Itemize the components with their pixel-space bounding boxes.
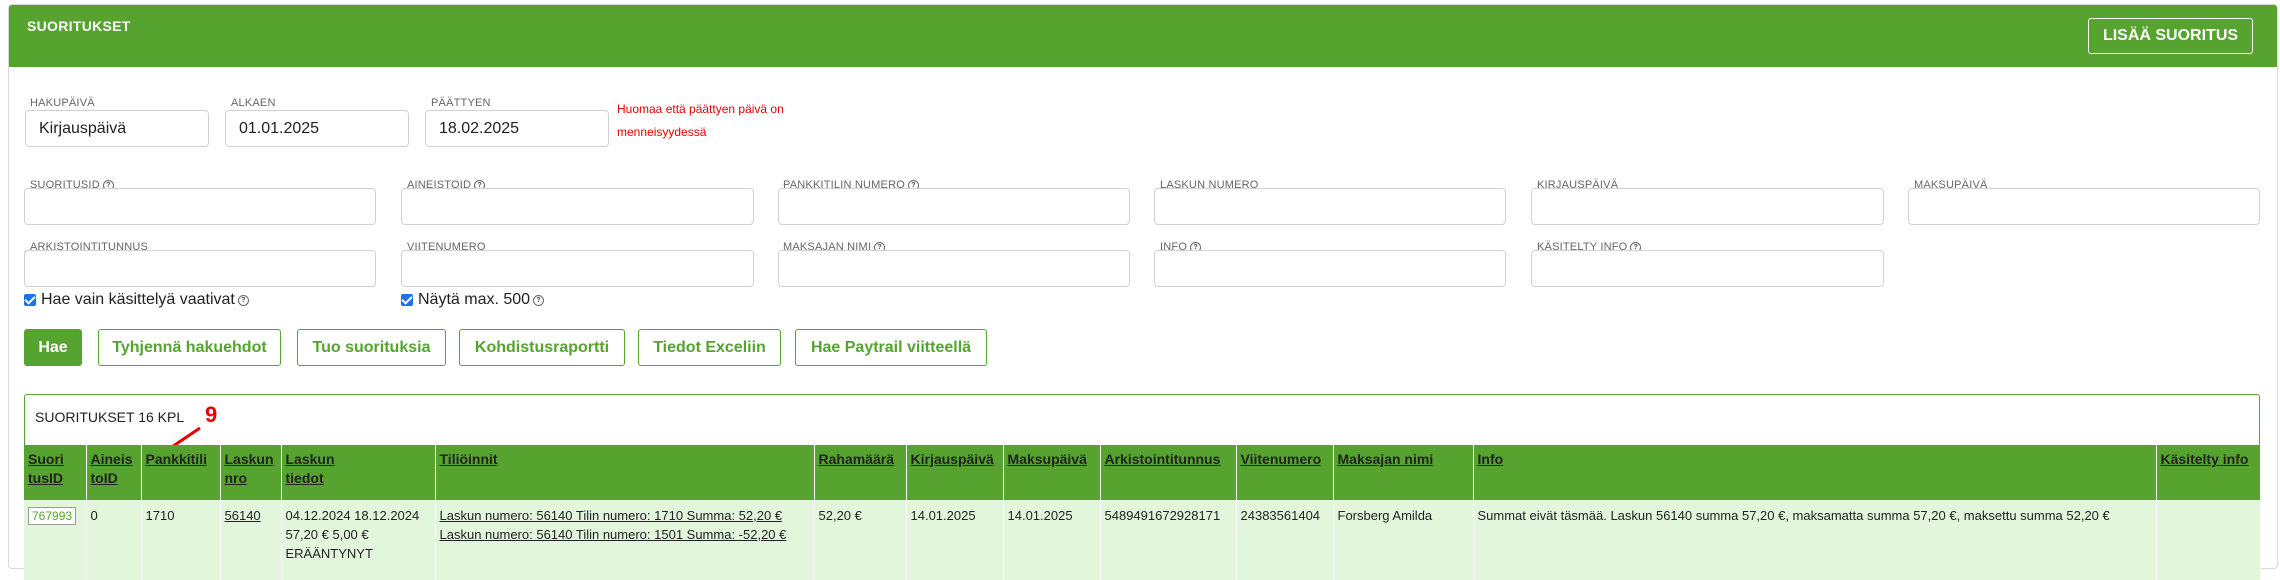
payments-table: Suori tusID Aineis toID Pankkitili Laskun n… xyxy=(24,445,2261,580)
col-pankkitili[interactable]: Pankkitili xyxy=(141,445,221,500)
cell-maksupaiva: 14.01.2025 xyxy=(1003,500,1101,580)
cell-pankkitili: 1710 xyxy=(141,500,221,580)
col-tiliointi[interactable]: Tiliöinnit xyxy=(435,445,815,500)
col-rahamaara[interactable]: Rahamäärä xyxy=(814,445,907,500)
col-viitenumero[interactable]: Viitenumero xyxy=(1236,445,1334,500)
cell-info: Summat eivät täsmää. Laskun 56140 summa … xyxy=(1473,500,2157,580)
col-laskuntiedot[interactable]: Laskun tiedot xyxy=(281,445,436,500)
col-arkistointitunnus[interactable]: Arkistointitunnus xyxy=(1100,445,1237,500)
cell-rahamaara: 52,20 € xyxy=(814,500,907,580)
cell-maksajan-nimi: Forsberg Amilda xyxy=(1333,500,1474,580)
col-kirjauspaiva[interactable]: Kirjauspäivä xyxy=(906,445,1004,500)
col-suoritusid[interactable]: Suori tusID xyxy=(24,445,87,500)
col-maksajan-nimi[interactable]: Maksajan nimi xyxy=(1333,445,1474,500)
col-laskunnro[interactable]: Laskun nro xyxy=(220,445,282,500)
col-kasitelty-info[interactable]: Käsitelty info xyxy=(2156,445,2261,500)
invoice-link[interactable]: 56140 xyxy=(225,508,261,523)
col-aineistoid[interactable]: Aineis toID xyxy=(86,445,142,500)
invoice-status: ERÄÄNTYNYT xyxy=(285,546,373,561)
tiliointi-line-2[interactable]: Laskun numero: 56140 Tilin numero: 1501 … xyxy=(440,525,810,544)
cell-viitenumero: 24383561404 xyxy=(1236,500,1334,580)
tiliointi-line-1[interactable]: Laskun numero: 56140 Tilin numero: 1710 … xyxy=(440,506,810,525)
cell-aineistoid: 0 xyxy=(86,500,142,580)
invoice-dates: 04.12.2024 18.12.2024 xyxy=(285,508,420,523)
cell-kasitelty-info xyxy=(2156,500,2261,580)
invoice-amounts: 57,20 € 5,00 € xyxy=(285,527,369,542)
col-maksupaiva[interactable]: Maksupäivä xyxy=(1003,445,1101,500)
cell-arkistointitunnus: 5489491672928171 xyxy=(1100,500,1237,580)
table-row: 767993 0 1710 56140 04.12.2024 18.12.202… xyxy=(24,500,2261,580)
suoritusid-link[interactable]: 767993 xyxy=(28,507,77,525)
cell-kirjauspaiva: 14.01.2025 xyxy=(906,500,1004,580)
col-info[interactable]: Info xyxy=(1473,445,2157,500)
table-header-row: Suori tusID Aineis toID Pankkitili Laskun n… xyxy=(24,445,2261,500)
